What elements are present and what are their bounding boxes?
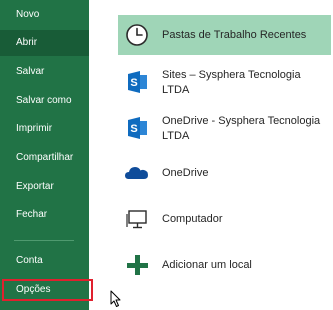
- mouse-cursor-icon: [110, 290, 122, 308]
- nav-item-salvar-como[interactable]: Salvar como: [0, 88, 89, 114]
- nav-item-fechar[interactable]: Fechar: [0, 202, 89, 228]
- nav-item-novo[interactable]: Novo: [0, 2, 89, 28]
- nav-divider: [14, 240, 74, 241]
- location-sites-sysphera[interactable]: S Sites – Sysphera Tecnologia LTDA: [118, 64, 331, 102]
- location-label: OneDrive - Sysphera Tecnologia LTDA: [162, 115, 321, 142]
- location-computer[interactable]: Computador: [118, 204, 331, 234]
- location-onedrive[interactable]: OneDrive: [118, 158, 331, 188]
- backstage-sidebar: Novo Abrir Salvar Salvar como Imprimir C…: [0, 0, 89, 310]
- nav-item-abrir[interactable]: Abrir: [0, 30, 89, 56]
- svg-text:S: S: [130, 77, 137, 89]
- location-onedrive-sysphera[interactable]: S OneDrive - Sysphera Tecnologia LTDA: [118, 110, 331, 148]
- nav-item-conta[interactable]: Conta: [0, 248, 89, 274]
- nav-item-compartilhar[interactable]: Compartilhar: [0, 145, 89, 171]
- nav-item-opcoes[interactable]: Opções: [0, 277, 89, 303]
- nav-item-exportar[interactable]: Exportar: [0, 174, 89, 200]
- location-recent-workbooks[interactable]: Pastas de Trabalho Recentes: [118, 15, 331, 55]
- location-label: OneDrive: [162, 167, 209, 179]
- location-label: Sites – Sysphera Tecnologia LTDA: [162, 69, 301, 96]
- backstage-view: Novo Abrir Salvar Salvar como Imprimir C…: [0, 0, 333, 310]
- location-label: Computador: [162, 213, 223, 225]
- sharepoint-icon: S: [124, 69, 150, 95]
- location-label: Pastas de Trabalho Recentes: [162, 29, 307, 41]
- sharepoint-icon: S: [124, 115, 150, 141]
- nav-item-imprimir[interactable]: Imprimir: [0, 116, 89, 142]
- location-add-place[interactable]: Adicionar um local: [118, 250, 331, 280]
- computer-icon: [124, 206, 150, 232]
- location-label: Adicionar um local: [162, 259, 252, 271]
- clock-icon: [124, 22, 150, 48]
- cloud-icon: [124, 160, 150, 186]
- nav-item-salvar[interactable]: Salvar: [0, 59, 89, 85]
- plus-icon: [124, 252, 150, 278]
- svg-text:S: S: [130, 123, 137, 135]
